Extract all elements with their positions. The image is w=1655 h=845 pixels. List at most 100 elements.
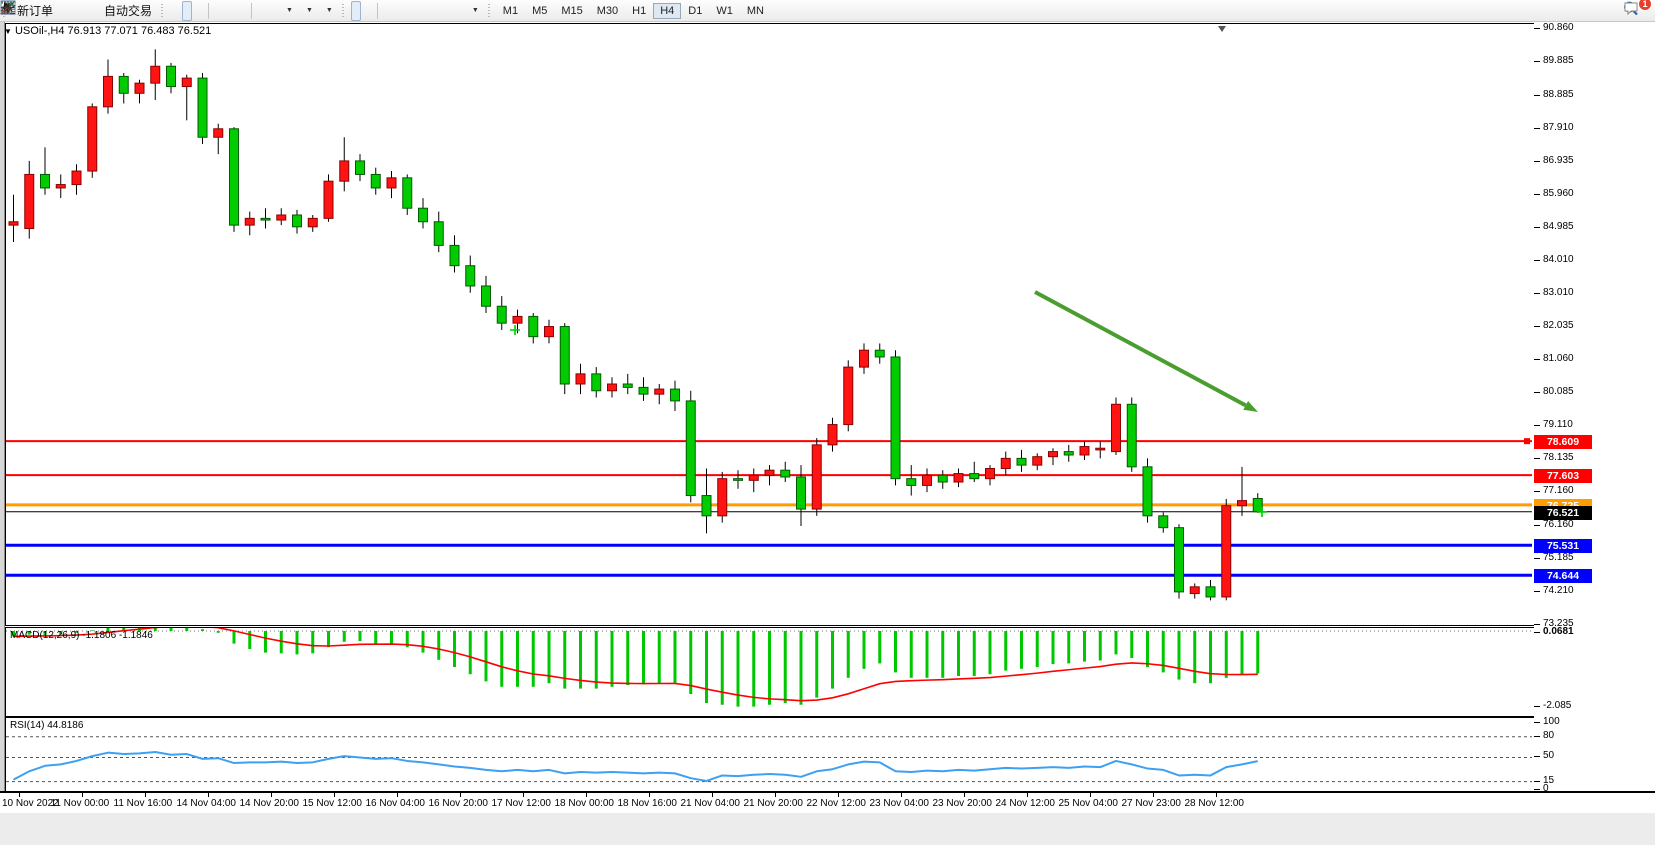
timeframe-button-d1[interactable]: D1 xyxy=(681,3,709,19)
candle-body xyxy=(592,374,601,391)
candle-body xyxy=(198,78,207,137)
axis-tick xyxy=(1534,706,1540,707)
candle-body xyxy=(1238,501,1247,506)
timeframe-button-m15[interactable]: M15 xyxy=(554,3,589,19)
time-label: 11 Nov 00:00 xyxy=(51,798,110,809)
period-clock-button[interactable]: ▼ xyxy=(300,1,318,21)
time-label: 18 Nov 16:00 xyxy=(618,798,678,809)
price-line-label[interactable]: 78.609 xyxy=(1534,435,1592,449)
candle-body xyxy=(387,178,396,188)
gold-chart-icon[interactable] xyxy=(60,1,70,21)
trend-arrow-head[interactable] xyxy=(1243,401,1258,412)
cursor-arrow-icon[interactable] xyxy=(351,1,361,21)
line-chart-type-icon[interactable] xyxy=(194,1,204,21)
fibonacci-tool-icon[interactable]: F xyxy=(430,1,440,21)
main-toolbar: 新订单 自动交易 ▼ ▼ ▼ E F A T ▼ M1M5M15M30H1H4D… xyxy=(0,0,1655,22)
candle-body xyxy=(608,384,617,391)
time-axis[interactable]: 10 Nov 202211 Nov 00:0011 Nov 16:0014 No… xyxy=(0,791,1655,815)
rsi-line xyxy=(14,752,1258,781)
tile-windows-icon[interactable] xyxy=(237,1,247,21)
time-label: 18 Nov 00:00 xyxy=(555,798,615,809)
crosshair-icon[interactable] xyxy=(363,1,373,21)
timeframe-button-m1[interactable]: M1 xyxy=(496,3,525,19)
hline-endpoint-marker[interactable] xyxy=(1524,438,1530,444)
symbol-dropdown-icon[interactable]: ▼ xyxy=(4,27,12,36)
candle-body xyxy=(938,475,947,482)
axis-tick xyxy=(1534,781,1540,782)
candle-body xyxy=(403,178,412,208)
bar-chart-type-icon[interactable] xyxy=(170,1,180,21)
price-line-label[interactable]: 77.603 xyxy=(1534,469,1592,483)
chart-shift-icon[interactable] xyxy=(268,1,278,21)
candle-body xyxy=(466,266,475,286)
notification-badge[interactable]: 1 xyxy=(1638,0,1652,11)
zoom-in-icon[interactable] xyxy=(213,1,223,21)
window-bottom-strip xyxy=(0,813,1655,845)
price-line-label[interactable]: 75.531 xyxy=(1534,539,1592,553)
new-order-button[interactable]: 新订单 xyxy=(12,1,58,21)
arrows-tool-icon[interactable]: ▼ xyxy=(466,1,484,21)
timeframe-button-m5[interactable]: M5 xyxy=(525,3,554,19)
chart-shift-marker[interactable] xyxy=(1218,26,1226,32)
chart-profile-icon[interactable]: ▼ xyxy=(320,1,338,21)
horizontal-line-tool-icon[interactable] xyxy=(394,1,404,21)
zoom-out-icon[interactable] xyxy=(225,1,235,21)
signal-broadcast-icon[interactable] xyxy=(84,1,94,21)
time-tick xyxy=(19,793,20,797)
time-tick xyxy=(964,793,965,797)
axis-tick xyxy=(1534,194,1540,195)
time-label: 11 Nov 16:00 xyxy=(114,798,173,809)
text-tool-icon[interactable]: A xyxy=(442,1,452,21)
candle-body xyxy=(450,245,459,265)
price-line-label[interactable]: 76.521 xyxy=(1534,506,1592,520)
auto-scroll-icon[interactable] xyxy=(256,1,266,21)
timeframe-button-h1[interactable]: H1 xyxy=(625,3,653,19)
candle-body xyxy=(9,222,18,225)
candle-body xyxy=(1001,458,1010,468)
candle-body xyxy=(25,174,34,228)
trend-arrow-line[interactable] xyxy=(1035,292,1246,405)
candle-body xyxy=(119,76,128,93)
time-tick xyxy=(649,793,650,797)
auto-trading-button[interactable]: 自动交易 xyxy=(96,1,157,21)
candle-body xyxy=(182,78,191,86)
candle-body xyxy=(356,161,365,175)
rsi-chart xyxy=(6,718,1532,790)
candle-body xyxy=(954,474,963,482)
support-person-icon[interactable] xyxy=(72,1,82,21)
price-axis[interactable]: 90.86089.88588.88587.91086.93585.96084.9… xyxy=(1534,23,1655,791)
trendline-tool-icon[interactable] xyxy=(406,1,416,21)
candle-body xyxy=(655,389,664,394)
time-label: 16 Nov 04:00 xyxy=(366,798,426,809)
time-tick xyxy=(838,793,839,797)
axis-tick xyxy=(1534,359,1540,360)
candle-body xyxy=(923,475,932,485)
timeframe-button-h4[interactable]: H4 xyxy=(653,3,681,19)
axis-tick xyxy=(1534,591,1540,592)
candlestick-chart-type-icon[interactable] xyxy=(182,1,192,21)
rsi-pane[interactable]: RSI(14) 44.8186 xyxy=(5,717,1535,793)
text-label-tool-icon[interactable]: T xyxy=(454,1,464,21)
time-tick xyxy=(271,793,272,797)
candle-body xyxy=(434,222,443,246)
candle-body xyxy=(167,66,176,86)
axis-tick xyxy=(1534,558,1540,559)
price-line-label[interactable]: 74.644 xyxy=(1534,569,1592,583)
price-tick-label: 82.035 xyxy=(1543,320,1574,331)
time-label: 23 Nov 04:00 xyxy=(870,798,930,809)
price-pane[interactable] xyxy=(5,23,1535,626)
candle-body xyxy=(718,479,727,516)
candle-body xyxy=(875,350,884,357)
candle-body xyxy=(1253,498,1262,511)
timeframe-button-w1[interactable]: W1 xyxy=(709,3,740,19)
time-tick xyxy=(712,793,713,797)
vertical-line-tool-icon[interactable] xyxy=(382,1,392,21)
new-chart-button[interactable]: ▼ xyxy=(280,1,298,21)
axis-tick xyxy=(1534,525,1540,526)
indicator-axis-label: 0.0681 xyxy=(1543,626,1574,637)
timeframe-button-m30[interactable]: M30 xyxy=(590,3,625,19)
candle-body xyxy=(1206,587,1215,597)
macd-pane[interactable]: MACD(12,26,9) -1.1806 -1.1846 xyxy=(5,627,1535,717)
timeframe-button-mn[interactable]: MN xyxy=(740,3,771,19)
equidistant-channel-tool-icon[interactable]: E xyxy=(418,1,428,21)
